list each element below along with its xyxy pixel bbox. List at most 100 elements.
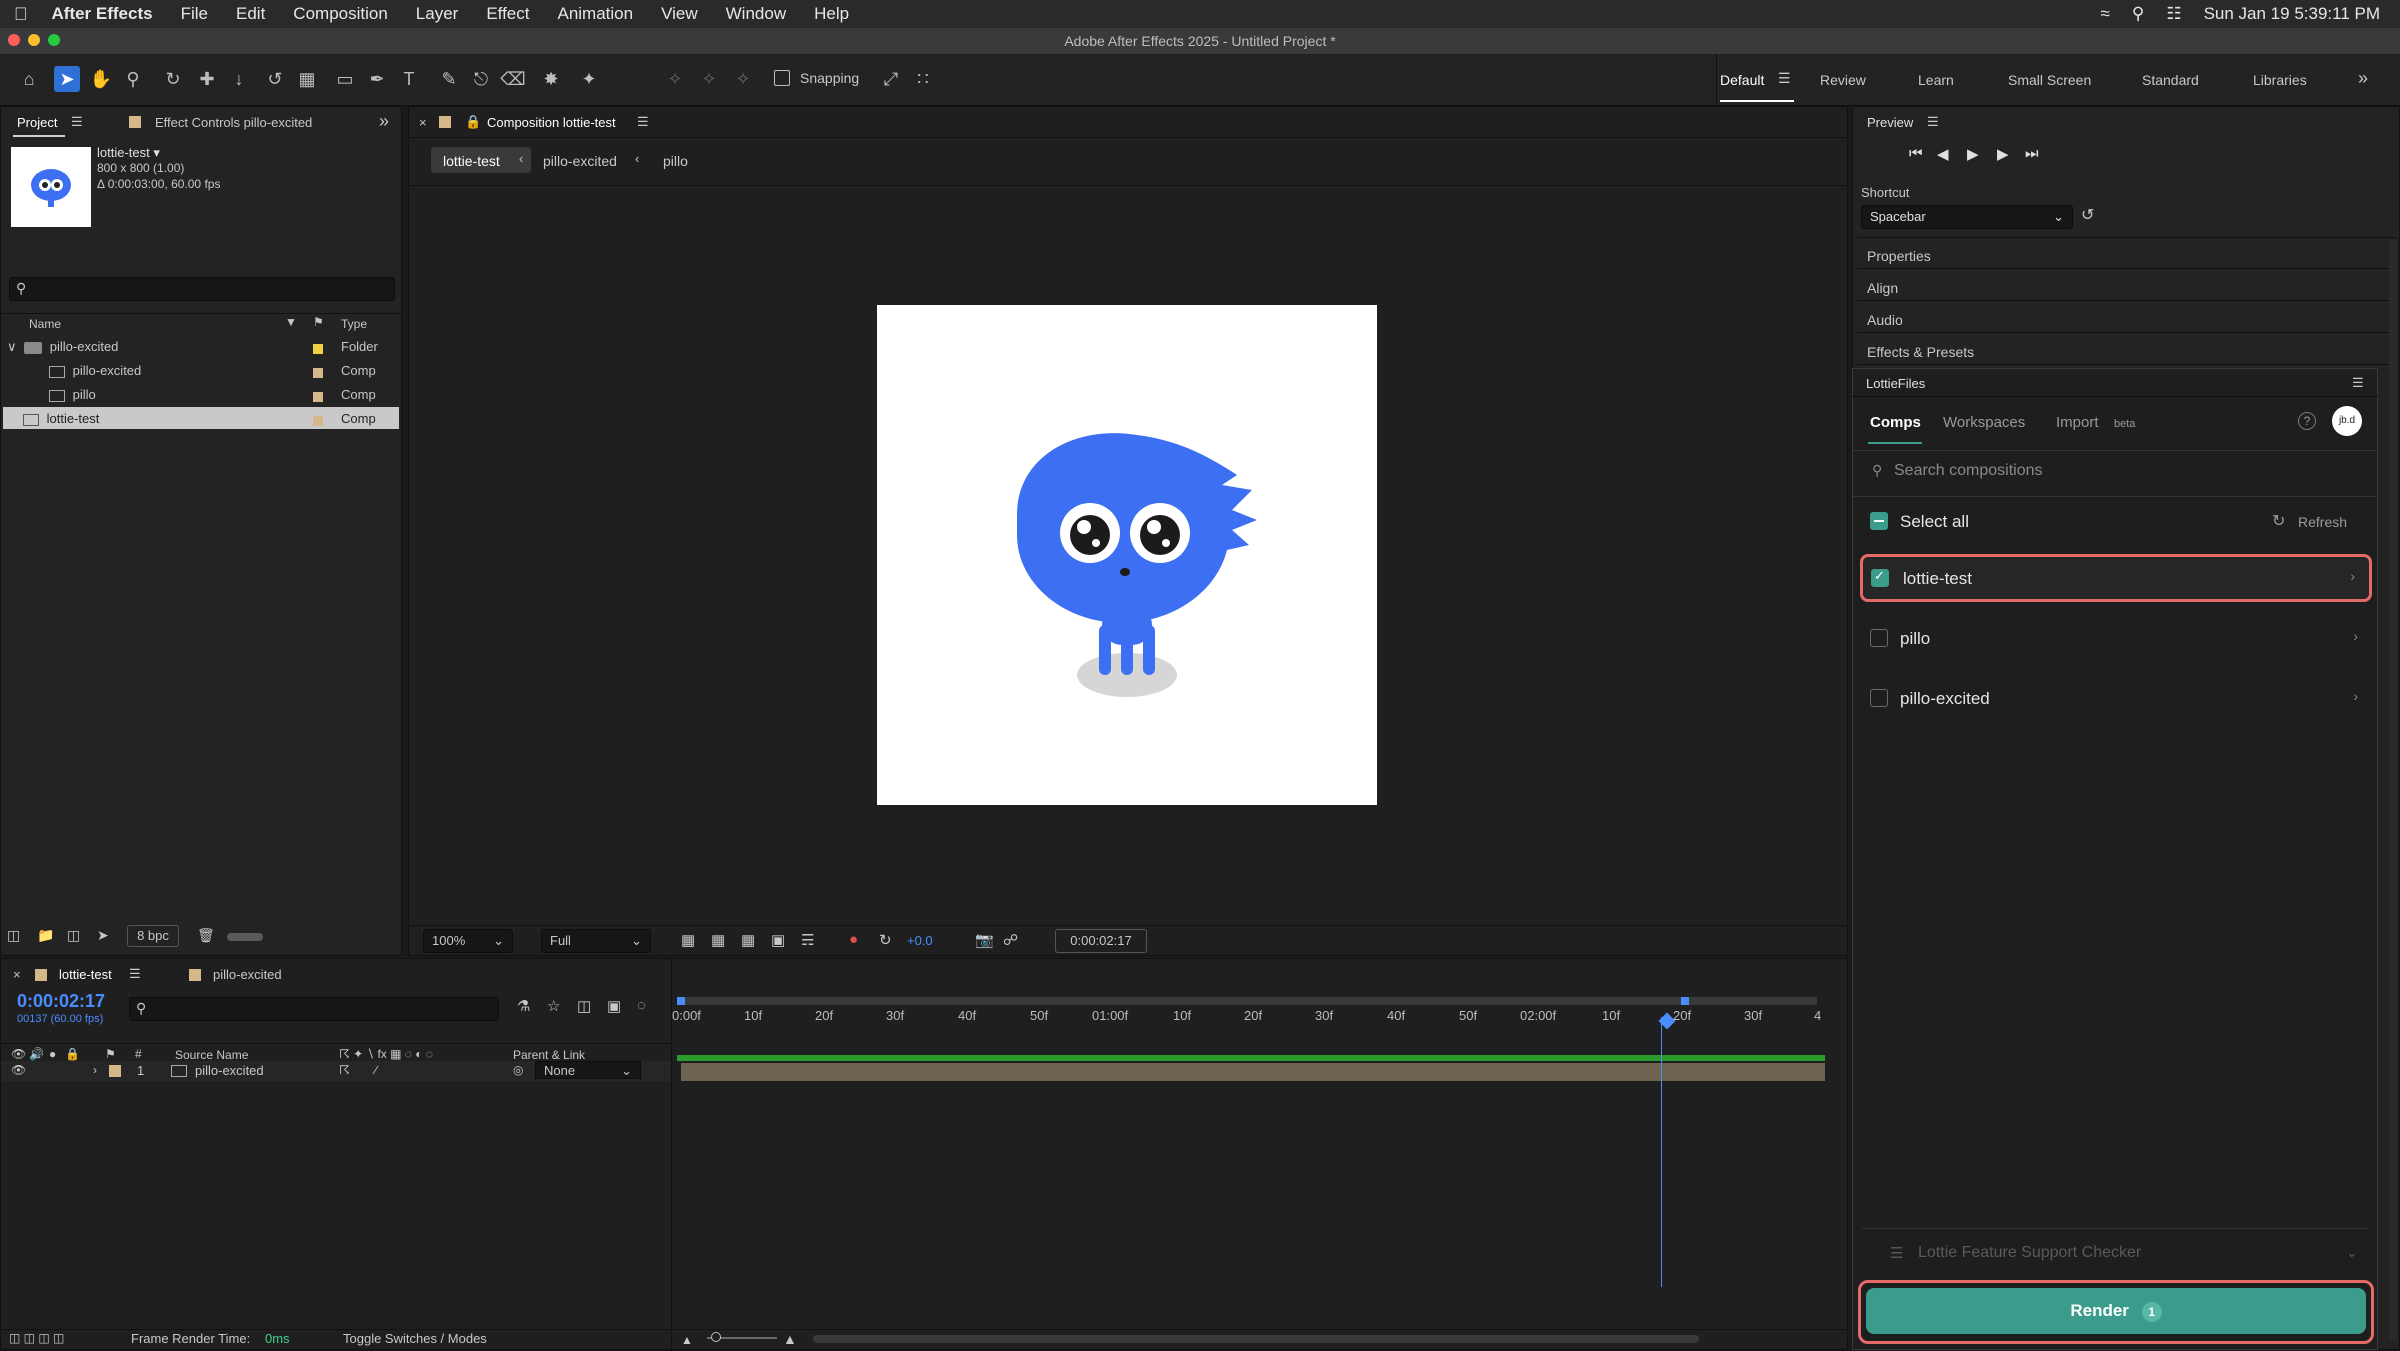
show-snapshot-icon[interactable]: ☍ <box>1003 931 1018 949</box>
new-folder-icon[interactable]: 📁 <box>37 927 54 944</box>
lottiefiles-title[interactable]: LottieFiles <box>1866 376 1925 391</box>
audio-panel-header[interactable]: Audio <box>1857 305 2389 333</box>
snap-features-icon[interactable]: ∷ <box>910 66 936 92</box>
last-frame-icon[interactable]: ⏭ <box>2025 145 2039 162</box>
play-icon[interactable]: ▶ <box>1967 145 1979 163</box>
comp-menu-icon[interactable]: ☰ <box>637 114 649 130</box>
pan-tool-icon[interactable]: ✚ <box>194 66 220 92</box>
snapshot-icon[interactable]: 📷 <box>975 931 994 949</box>
workspace-libraries[interactable]: Libraries <box>2253 72 2307 88</box>
chevron-right-icon[interactable]: › <box>2353 688 2358 704</box>
rotate-tool-icon[interactable]: ↺ <box>262 66 288 92</box>
hand-tool-icon[interactable]: ✋ <box>88 66 114 92</box>
minimize-window-button[interactable] <box>28 34 40 46</box>
prev-frame-icon[interactable]: ◀ <box>1937 145 1949 163</box>
timeline-scrollbar[interactable] <box>813 1335 1699 1343</box>
disclosure-open-icon[interactable]: ∨ <box>7 339 17 354</box>
col-type-header[interactable]: Type <box>341 317 367 331</box>
reset-shortcut-icon[interactable]: ↺ <box>2081 205 2094 225</box>
project-row-comp[interactable]: pillo <box>49 387 96 402</box>
lock-icon[interactable]: 🔒 <box>465 114 481 130</box>
select-all-label[interactable]: Select all <box>1900 512 1969 532</box>
zoom-out-icon[interactable]: ▲ <box>681 1333 693 1347</box>
chevron-right-icon[interactable]: › <box>2350 568 2355 584</box>
project-row-folder[interactable]: ∨ pillo-excited <box>7 339 118 355</box>
thumbnail-size-slider[interactable] <box>227 933 263 941</box>
eye-icon[interactable]: 👁 <box>11 1047 26 1061</box>
work-area-start[interactable] <box>677 997 685 1005</box>
more-workspaces-icon[interactable]: » <box>2358 68 2368 89</box>
sort-chevron-icon[interactable]: ▼ <box>285 315 297 329</box>
shortcut-select[interactable]: Spacebar ⌄ <box>1861 205 2073 229</box>
workspace-review[interactable]: Review <box>1820 72 1866 88</box>
workspace-learn[interactable]: Learn <box>1918 72 1954 88</box>
zoom-slider-handle[interactable] <box>711 1332 721 1342</box>
lottie-tab-comps[interactable]: Comps <box>1870 414 1921 431</box>
pickwhip-icon[interactable]: ◎ <box>513 1063 523 1077</box>
timeline-tab-pillo-excited[interactable]: pillo-excited <box>213 967 282 982</box>
shy-layers-icon[interactable]: ◫ <box>577 997 591 1015</box>
close-timeline-icon[interactable]: × <box>13 967 21 982</box>
transparency-grid-icon[interactable]: ▦ <box>711 931 725 949</box>
lottie-tab-import[interactable]: Import <box>2056 414 2099 431</box>
timeline-current-time[interactable]: 0:00:02:17 <box>17 991 105 1012</box>
breadcrumb-lottie-test[interactable]: lottie-test <box>443 153 500 169</box>
trash-icon[interactable]: 🗑 <box>197 927 215 944</box>
zoom-in-icon[interactable]: ▲ <box>783 1331 797 1347</box>
menu-effect[interactable]: Effect <box>472 4 543 24</box>
chevron-down-icon[interactable]: ⌄ <box>2346 1244 2358 1261</box>
help-icon[interactable]: ? <box>2298 412 2316 430</box>
menu-edit[interactable]: Edit <box>222 4 279 24</box>
menu-view[interactable]: View <box>647 4 712 24</box>
layer-name[interactable]: pillo-excited <box>195 1063 264 1078</box>
brush-tool-icon[interactable]: ✎ <box>436 66 462 92</box>
search-icon[interactable]: ⚲ <box>2132 4 2144 24</box>
menu-layer[interactable]: Layer <box>402 4 473 24</box>
align-panel-header[interactable]: Align <box>1857 273 2389 301</box>
comp-checkbox[interactable] <box>1870 689 1888 707</box>
chevron-right-icon[interactable]: › <box>2353 628 2358 644</box>
selection-tool-icon[interactable]: ➤ <box>54 66 80 92</box>
comp-timecode[interactable]: 0:00:02:17 <box>1055 929 1147 953</box>
zoom-window-button[interactable] <box>48 34 60 46</box>
exposure-value[interactable]: +0.0 <box>907 933 933 948</box>
timeline-menu-icon[interactable]: ☰ <box>129 966 141 982</box>
project-row-comp[interactable]: pillo-excited <box>49 363 141 378</box>
menu-window[interactable]: Window <box>712 4 800 24</box>
pen-tool-icon[interactable]: ✒ <box>364 66 390 92</box>
col-parent-header[interactable]: Parent & Link <box>513 1048 585 1062</box>
snapping-checkbox[interactable] <box>774 70 790 86</box>
render-queue-icon[interactable]: ➤ <box>97 927 109 944</box>
comp-item-lottie-test[interactable]: ✓ lottie-test › <box>1860 554 2372 602</box>
project-tab[interactable]: Project <box>17 115 57 130</box>
expand-panels-icon[interactable]: » <box>379 111 389 132</box>
label-tag-icon[interactable]: ⚑ <box>313 315 324 329</box>
layer-duration-bar[interactable] <box>681 1063 1825 1081</box>
render-button[interactable]: Render 1 <box>1866 1288 2366 1334</box>
control-center-icon[interactable]: ☷ <box>2166 4 2181 24</box>
playhead-line[interactable] <box>1661 1017 1662 1287</box>
motion-blur-icon[interactable]: ◌ <box>637 997 646 1014</box>
menu-help[interactable]: Help <box>800 4 863 24</box>
local-axis-icon[interactable]: ✧ <box>662 66 688 92</box>
effects-presets-panel-header[interactable]: Effects & Presets <box>1857 337 2389 365</box>
menubar-clock[interactable]: Sun Jan 19 5:39:11 PM <box>2204 4 2380 24</box>
dolly-tool-icon[interactable]: ↓ <box>226 66 252 92</box>
quality-switch-icon[interactable]: ∕ <box>375 1063 377 1077</box>
breadcrumb-pillo[interactable]: pillo <box>663 153 688 169</box>
rectangle-tool-icon[interactable]: ▭ <box>332 66 358 92</box>
wifi-icon[interactable]: ≈ <box>2101 4 2110 24</box>
guide-options-icon[interactable]: ▣ <box>771 931 785 949</box>
lottie-search-input[interactable]: Search compositions <box>1894 462 2043 480</box>
menu-file[interactable]: File <box>167 4 222 24</box>
lottie-tab-workspaces[interactable]: Workspaces <box>1943 414 2025 431</box>
work-area-end[interactable] <box>1681 997 1689 1005</box>
clone-stamp-icon[interactable]: ⎋ <box>468 66 494 92</box>
project-menu-icon[interactable]: ☰ <box>71 114 83 130</box>
audio-icon[interactable]: 🔊 <box>29 1047 44 1061</box>
solo-icon[interactable]: ● <box>49 1047 56 1061</box>
eraser-tool-icon[interactable]: ⌫ <box>500 66 526 92</box>
project-row-comp-selected[interactable]: lottie-test <box>23 411 99 426</box>
orbit-tool-icon[interactable]: ↻ <box>160 66 186 92</box>
world-axis-icon[interactable]: ✧ <box>696 66 722 92</box>
